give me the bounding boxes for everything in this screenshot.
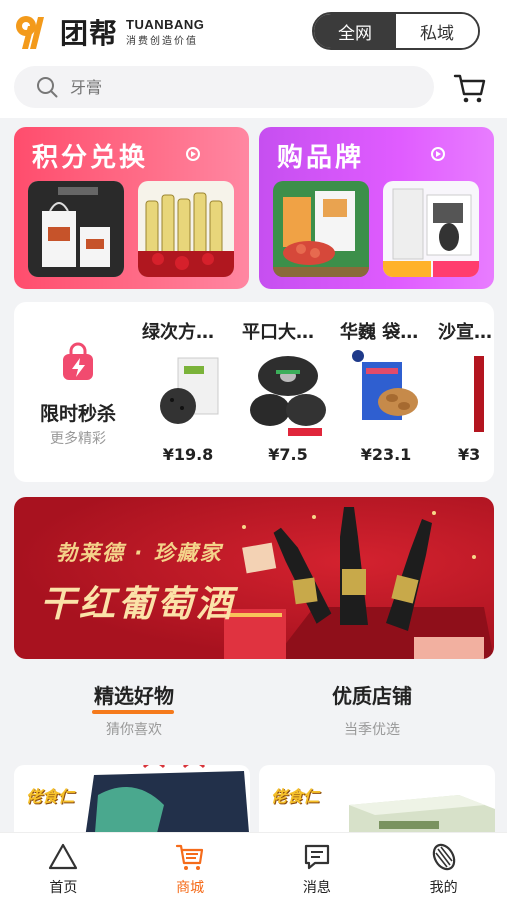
flash-item-name: 华巍 袋… — [340, 322, 419, 343]
scope-segmented-control: 全网 私域 — [312, 12, 480, 50]
logo-chinese-text: 团帮 — [60, 17, 119, 50]
flash-item-price: ¥19.8 — [162, 445, 214, 464]
flash-sale-section: 限时秒杀 更多精彩 绿次方… ¥19.8 平口大… ¥7.5 华巍 袋… ¥23… — [14, 302, 494, 482]
tab-title: 精选好物 — [94, 684, 174, 708]
tab-featured-goods[interactable]: 精选好物 猜你喜欢 — [34, 680, 234, 739]
logo-mark-icon — [14, 13, 54, 51]
flash-item[interactable]: 平口大… ¥7.5 — [242, 302, 334, 482]
flash-item-price: ¥23.1 — [360, 445, 412, 464]
product-brand: 佬食仁 — [26, 787, 75, 806]
flash-item-price: ¥7.5 — [268, 445, 308, 464]
flash-sale-subtitle: 更多精彩 — [50, 431, 106, 447]
wine-promo-banner[interactable]: 勃莱德 · 珍藏家 干红葡萄酒 — [14, 497, 494, 659]
health-product-image — [383, 181, 479, 277]
buy-brand-card[interactable]: 购品牌 — [259, 127, 494, 289]
flash-item-name: 绿次方… — [142, 322, 214, 343]
logo-english-text: TUANBANG — [126, 17, 205, 32]
segment-all-network[interactable]: 全网 — [314, 14, 396, 48]
flash-item[interactable]: 绿次方… ¥19.8 — [142, 302, 234, 482]
nav-messages[interactable]: 消息 — [254, 833, 381, 900]
flash-item-price: ¥3 — [458, 445, 481, 464]
nav-label: 商城 — [176, 880, 205, 896]
bottom-navigation: 首页 商城 消息 我的 — [0, 832, 507, 900]
arrow-right-icon — [186, 147, 200, 161]
cart-icon[interactable] — [452, 70, 488, 106]
nav-label: 消息 — [302, 880, 331, 896]
app-header: 团帮 TUANBANG 消费创造价值 全网 私域 — [0, 0, 507, 62]
flash-item-name: 沙宣… — [438, 322, 492, 343]
flash-item-name: 平口大… — [242, 322, 314, 343]
flash-item[interactable]: 沙宣… ¥3 — [438, 302, 494, 482]
tab-active-indicator — [92, 710, 174, 714]
nav-mall[interactable]: 商城 — [127, 833, 254, 900]
app-logo: 团帮 TUANBANG 消费创造价值 — [14, 12, 204, 52]
flash-sale-entry[interactable]: 限时秒杀 更多精彩 — [14, 302, 142, 482]
nav-label: 首页 — [49, 880, 78, 896]
nav-profile[interactable]: 我的 — [380, 833, 507, 900]
feed-tabs: 精选好物 猜你喜欢 优质店铺 当季优选 — [0, 680, 507, 750]
tab-quality-stores[interactable]: 优质店铺 当季优选 — [272, 680, 472, 739]
wine-bottles-image — [138, 181, 234, 277]
product-image — [160, 357, 219, 424]
points-exchange-card[interactable]: 积分兑换 — [14, 127, 249, 289]
banner-product-line: 干红葡萄酒 — [40, 584, 236, 625]
gift-box-image — [273, 181, 369, 277]
buy-brand-title: 购品牌 — [277, 143, 365, 173]
product-image — [474, 356, 484, 432]
shopping-cart-icon — [176, 844, 204, 870]
search-icon — [37, 77, 58, 98]
logo-slogan: 消费创造价值 — [126, 36, 199, 47]
message-icon — [304, 844, 329, 870]
tab-title: 优质店铺 — [332, 684, 412, 708]
search-input[interactable] — [70, 77, 370, 97]
product-image — [352, 350, 418, 420]
home-triangle-icon — [49, 843, 78, 870]
seed-icon — [432, 843, 455, 871]
tab-subtitle: 当季优选 — [344, 722, 400, 738]
nav-label: 我的 — [429, 880, 458, 896]
segment-private-domain[interactable]: 私域 — [396, 14, 478, 48]
gift-bag-image — [28, 181, 124, 277]
search-bar[interactable] — [14, 66, 434, 108]
lightning-bag-icon — [63, 342, 93, 380]
tab-subtitle: 猜你喜欢 — [106, 722, 162, 738]
arrow-right-icon — [431, 147, 445, 161]
product-brand: 佬食仁 — [271, 787, 320, 806]
nav-home[interactable]: 首页 — [0, 833, 127, 900]
banner-brand-line: 勃莱德 · 珍藏家 — [56, 541, 223, 565]
product-image — [250, 356, 326, 436]
flash-item[interactable]: 华巍 袋… ¥23.1 — [340, 302, 432, 482]
flash-sale-title: 限时秒杀 — [39, 403, 116, 425]
points-exchange-title: 积分兑换 — [32, 143, 149, 173]
